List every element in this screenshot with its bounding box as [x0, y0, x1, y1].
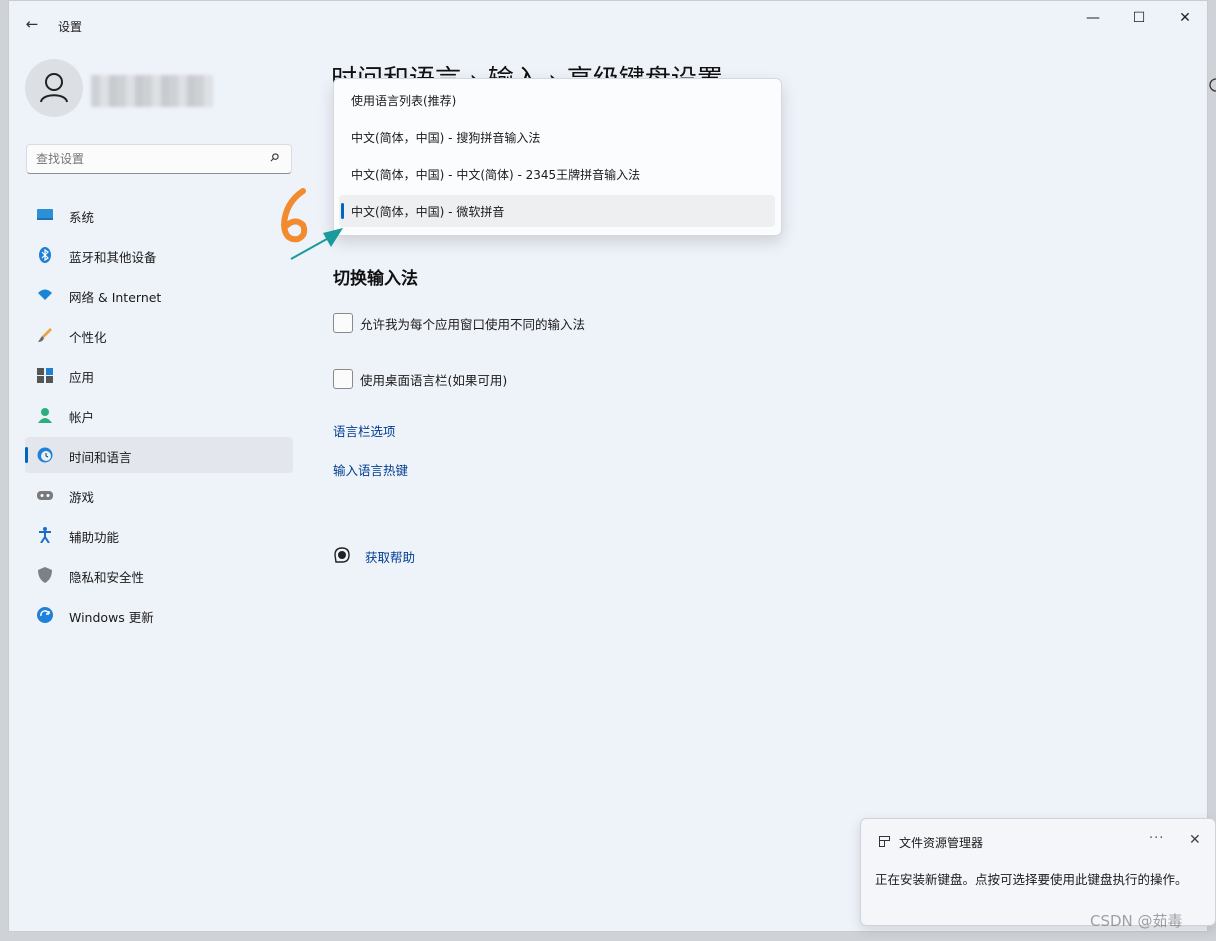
- dropdown-option-label: 中文(简体，中国) - 搜狗拼音输入法: [351, 131, 541, 145]
- search-icon[interactable]: [270, 153, 279, 162]
- checkbox-label: 允许我为每个应用窗口使用不同的输入法: [360, 317, 586, 332]
- dropdown-option-label: 使用语言列表(推荐): [351, 94, 457, 108]
- sidebar-item-apps[interactable]: 应用: [25, 357, 293, 393]
- help-icon[interactable]: [333, 546, 351, 564]
- sidebar-item-bluetooth[interactable]: 蓝牙和其他设备: [25, 237, 293, 273]
- update-icon: [37, 607, 53, 623]
- maximize-button[interactable]: ☐: [1117, 7, 1161, 29]
- apps-icon: [37, 368, 53, 383]
- sidebar-item-label: 隐私和安全性: [69, 570, 145, 585]
- section-heading: 切换输入法: [333, 269, 418, 289]
- sidebar-item-label: 辅助功能: [69, 530, 120, 545]
- help-circle-icon: [1209, 78, 1216, 92]
- sidebar-item-accessibility[interactable]: 辅助功能: [25, 517, 293, 553]
- back-button[interactable]: ←: [23, 15, 41, 33]
- profile-name-redacted: [91, 75, 213, 107]
- sidebar-item-personalization[interactable]: 个性化: [25, 317, 293, 353]
- dropdown-option[interactable]: 中文(简体，中国) - 搜狗拼音输入法: [339, 121, 775, 153]
- keyboard-icon: [879, 836, 890, 847]
- sidebar-item-label: 时间和语言: [69, 450, 132, 465]
- accessibility-icon: [39, 527, 51, 543]
- settings-window: ← 设置 — ☐ ✕ 系统 蓝牙和其他设备 网络 & Internet: [8, 0, 1208, 932]
- avatar[interactable]: [25, 59, 83, 117]
- title-bar: ← 设置 — ☐ ✕: [9, 1, 1207, 45]
- toast-close-button[interactable]: ✕: [1189, 832, 1201, 848]
- dropdown-option[interactable]: 中文(简体，中国) - 中文(简体) - 2345王牌拼音输入法: [339, 158, 775, 190]
- sidebar-item-label: Windows 更新: [69, 610, 154, 625]
- watermark: CSDN @茹毒: [1090, 912, 1183, 930]
- system-icon: [37, 209, 53, 220]
- background-window-edge: [1208, 78, 1216, 108]
- sidebar-item-gaming[interactable]: 游戏: [25, 477, 293, 513]
- annotation-arrow: [290, 228, 343, 260]
- checkbox-label: 使用桌面语言栏(如果可用): [360, 373, 508, 388]
- more-options-button[interactable]: ···: [1149, 831, 1164, 846]
- minimize-button[interactable]: —: [1071, 7, 1115, 29]
- sidebar-item-system[interactable]: 系统: [25, 197, 293, 233]
- sidebar-item-label: 蓝牙和其他设备: [69, 250, 157, 265]
- dropdown-option[interactable]: 使用语言列表(推荐): [339, 84, 775, 116]
- user-icon: [40, 73, 68, 103]
- app-title: 设置: [58, 20, 83, 34]
- bluetooth-icon: [39, 247, 51, 263]
- dropdown-option-label: 中文(简体，中国) - 中文(简体) - 2345王牌拼音输入法: [351, 168, 641, 182]
- wifi-icon: [38, 289, 52, 300]
- toast-app-name: 文件资源管理器: [899, 836, 984, 850]
- sidebar-item-label: 个性化: [69, 330, 107, 345]
- input-method-dropdown[interactable]: 使用语言列表(推荐) 中文(简体，中国) - 搜狗拼音输入法 中文(简体，中国)…: [333, 78, 782, 236]
- selected-indicator: [341, 203, 344, 219]
- sidebar-item-privacy[interactable]: 隐私和安全性: [25, 557, 293, 593]
- sidebar-item-time-language[interactable]: 时间和语言: [25, 437, 293, 473]
- account-icon: [38, 408, 52, 423]
- close-button[interactable]: ✕: [1163, 7, 1207, 29]
- sidebar-item-accounts[interactable]: 帐户: [25, 397, 293, 433]
- search-input[interactable]: [27, 145, 256, 173]
- sidebar-item-windows-update[interactable]: Windows 更新: [25, 597, 293, 633]
- gamepad-icon: [37, 491, 53, 500]
- brush-icon: [38, 328, 52, 342]
- sidebar-item-label: 应用: [69, 370, 95, 385]
- dropdown-option-label: 中文(简体，中国) - 微软拼音: [351, 205, 505, 219]
- time-language-icon: [37, 447, 53, 463]
- language-bar-options-link[interactable]: 语言栏选项: [333, 421, 396, 440]
- shield-icon: [38, 567, 52, 583]
- sidebar-item-label: 帐户: [69, 410, 95, 425]
- toast-message: 正在安装新键盘。点按可选择要使用此键盘执行的操作。: [875, 872, 1188, 887]
- sidebar-item-label: 游戏: [69, 490, 95, 505]
- input-language-hotkeys-link[interactable]: 输入语言热键: [333, 460, 408, 479]
- per-app-input-checkbox[interactable]: [333, 313, 353, 333]
- get-help-link[interactable]: 获取帮助: [365, 547, 415, 566]
- sidebar-item-network[interactable]: 网络 & Internet: [25, 277, 293, 313]
- dropdown-option-selected[interactable]: 中文(简体，中国) - 微软拼音: [339, 195, 775, 227]
- sidebar-item-label: 系统: [69, 210, 95, 225]
- search-box[interactable]: [26, 144, 292, 174]
- selected-indicator: [25, 447, 28, 463]
- sidebar-item-label: 网络 & Internet: [69, 290, 162, 305]
- desktop-language-bar-checkbox[interactable]: [333, 369, 353, 389]
